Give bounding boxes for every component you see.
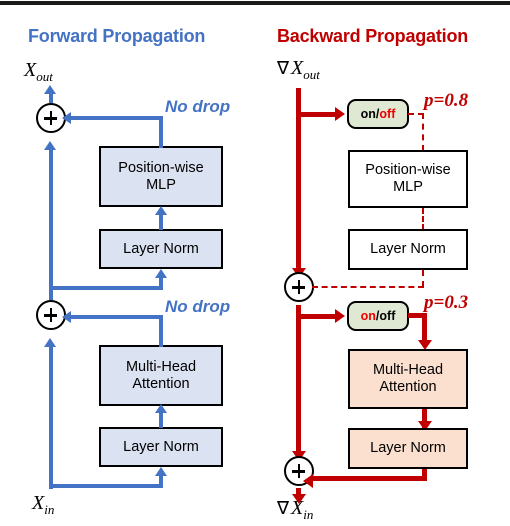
dropout-gate-bottom[interactable]: on / off xyxy=(347,301,409,331)
forward-arrowhead-branch-to-ln-bottom xyxy=(154,467,167,476)
forward-block-position-wise-mlp: Position-wise MLP xyxy=(99,146,223,207)
gate-top-on-label: on xyxy=(360,107,376,121)
backward-output-subscript: out xyxy=(303,67,320,82)
forward-input-label: Xin xyxy=(32,493,54,516)
backward-input-label: ∇ Xin xyxy=(277,498,313,521)
forward-propagation-title: Forward Propagation xyxy=(28,26,206,46)
top-border-rule xyxy=(0,1,510,5)
forward-arrowhead-mlp-residual xyxy=(62,111,71,124)
forward-output-subscript: out xyxy=(36,69,53,84)
backward-arrowhead-residual-bottom xyxy=(303,473,313,488)
gate-bottom-on-label: on xyxy=(360,309,376,323)
backward-arrowhead-gate-bottom xyxy=(335,309,345,323)
forward-residual-add-bottom xyxy=(35,300,66,330)
backward-dashed-add-top-h xyxy=(312,286,424,288)
forward-input-symbol: X xyxy=(32,492,45,514)
forward-annotation-top: No drop xyxy=(165,97,231,116)
forward-line-branch-top-h xyxy=(50,286,163,290)
forward-arrowhead-add-bottom xyxy=(44,338,56,347)
backward-dashed-mlp-to-ln xyxy=(422,208,424,230)
forward-trunk-lower xyxy=(48,345,53,489)
backward-line-branch-bottom xyxy=(300,314,337,319)
forward-output-label: Xout xyxy=(24,60,53,83)
backward-arrowhead-gate-top xyxy=(335,107,345,121)
nabla-icon: ∇ xyxy=(277,58,290,79)
dropout-prob-top: p=0.8 xyxy=(424,90,469,111)
forward-line-branch-bottom-v xyxy=(159,476,163,488)
forward-line-mha-to-add-v xyxy=(159,317,163,347)
backward-output-symbol: X xyxy=(291,57,304,79)
dropout-gate-top[interactable]: on / off xyxy=(347,99,409,129)
backward-block-layer-norm-top: Layer Norm xyxy=(348,229,468,270)
forward-block-layer-norm-top: Layer Norm xyxy=(99,229,223,269)
forward-line-mlp-to-add-v xyxy=(159,118,163,148)
forward-output-symbol: X xyxy=(24,59,37,81)
forward-arrowhead-add-top xyxy=(44,141,56,150)
dropout-prob-bottom: p=0.3 xyxy=(424,292,469,313)
backward-input-symbol: X xyxy=(291,497,304,519)
backward-output-label: ∇ Xout xyxy=(277,58,320,81)
backward-input-subscript: in xyxy=(303,507,314,522)
forward-arrowhead-ln-to-mlp xyxy=(154,206,167,215)
backward-residual-add-top xyxy=(283,272,314,302)
forward-block-layer-norm-bottom: Layer Norm xyxy=(99,427,223,467)
forward-line-lnb-to-mha xyxy=(159,412,163,428)
backward-line-ln-to-add-h xyxy=(313,476,427,481)
backward-block-multi-head-attention: Multi-Head Attention xyxy=(348,349,468,409)
backward-block-layer-norm-bottom: Layer Norm xyxy=(348,428,468,469)
forward-trunk-upper xyxy=(48,148,53,300)
forward-input-subscript: in xyxy=(44,502,55,517)
forward-line-mha-to-add-h xyxy=(70,315,163,319)
gate-bottom-off-label: off xyxy=(379,309,396,323)
nabla-icon-input: ∇ xyxy=(277,498,290,519)
forward-line-branch-bottom-h xyxy=(50,484,163,488)
forward-annotation-bottom: No drop xyxy=(165,297,231,316)
backward-dashed-ln-to-add xyxy=(422,270,424,287)
forward-arrowhead-output xyxy=(44,85,56,94)
gate-top-off-label: off xyxy=(379,107,396,121)
backward-line-branch-top xyxy=(300,112,337,117)
forward-arrowhead-mha-residual xyxy=(62,310,71,323)
forward-block-multi-head-attention: Multi-Head Attention xyxy=(99,345,223,406)
backward-block-position-wise-mlp: Position-wise MLP xyxy=(348,150,468,208)
forward-arrowhead-branch-to-ln-top xyxy=(154,269,167,278)
diagram-canvas: Forward Propagation Xout Xin No drop No … xyxy=(0,0,510,526)
forward-residual-add-top xyxy=(35,103,66,133)
forward-line-mlp-to-add-h xyxy=(70,116,163,120)
backward-trunk-lower xyxy=(296,305,301,453)
forward-arrowhead-lnb-to-mha xyxy=(154,404,167,413)
backward-dashed-gate-top-v xyxy=(422,113,424,151)
forward-line-branch-top-v xyxy=(159,278,163,290)
backward-propagation-title: Backward Propagation xyxy=(277,26,469,46)
forward-line-ln-to-mlp xyxy=(159,214,163,230)
